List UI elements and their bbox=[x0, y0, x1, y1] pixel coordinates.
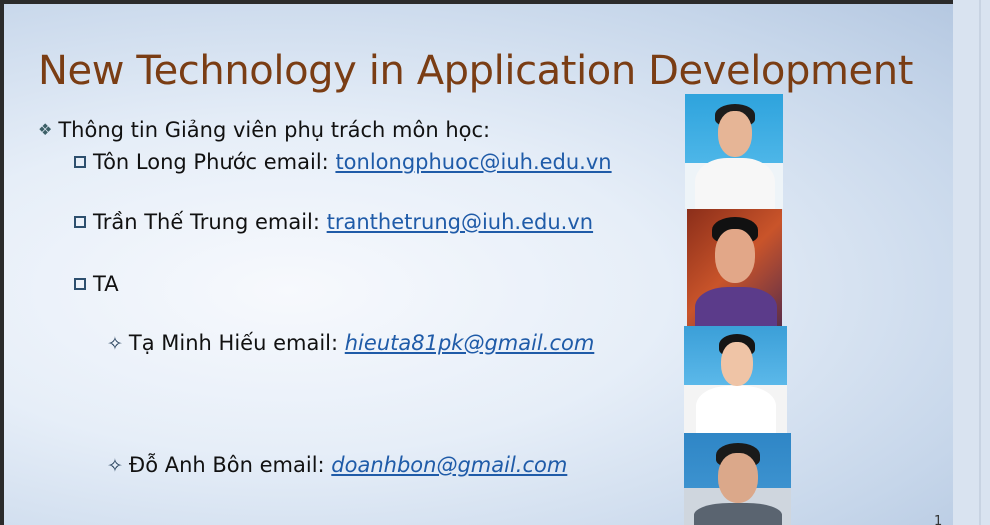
lecturer-2-photo bbox=[687, 209, 782, 326]
lecturer-2-email-link[interactable]: tranthetrung@iuh.edu.vn bbox=[327, 210, 593, 234]
ta-2-label: Đỗ Anh Bôn email: bbox=[128, 453, 325, 477]
ta-heading: TA bbox=[74, 271, 119, 297]
slide: New Technology in Application Developmen… bbox=[4, 4, 953, 525]
lecturer-item-1: Tôn Long Phước email: tonlongphuoc@iuh.e… bbox=[74, 149, 612, 175]
checkbox-bullet-icon bbox=[74, 156, 86, 168]
lecturer-1-label: Tôn Long Phước email: bbox=[93, 150, 329, 174]
ta-label: TA bbox=[93, 272, 119, 296]
ta-item-2: ✧ Đỗ Anh Bôn email: doanhbon@gmail.com bbox=[107, 452, 567, 479]
intro-text: Thông tin Giảng viên phụ trách môn học: bbox=[58, 118, 491, 142]
diamond-bullet-icon: ❖ bbox=[38, 120, 53, 139]
lecturer-2-label: Trần Thế Trung email: bbox=[93, 210, 320, 234]
slide-title: New Technology in Application Developmen… bbox=[38, 48, 914, 94]
four-point-star-bullet-icon: ✧ bbox=[107, 455, 123, 477]
scrollbar-track[interactable] bbox=[979, 0, 981, 525]
lecturer-1-email-link[interactable]: tonlongphuoc@iuh.edu.vn bbox=[335, 150, 611, 174]
page-number: 1 bbox=[934, 514, 943, 525]
ta-1-email-link[interactable]: hieuta81pk@gmail.com bbox=[345, 331, 595, 355]
ta-item-1: ✧ Tạ Minh Hiếu email: hieuta81pk@gmail.co… bbox=[107, 330, 594, 357]
window-edge-panel bbox=[953, 0, 990, 525]
ta-1-photo bbox=[684, 326, 787, 433]
checkbox-bullet-icon bbox=[74, 278, 86, 290]
four-point-star-bullet-icon: ✧ bbox=[107, 333, 123, 355]
ta-1-label: Tạ Minh Hiếu email: bbox=[128, 331, 339, 355]
intro-line: ❖ Thông tin Giảng viên phụ trách môn học: bbox=[38, 117, 490, 143]
lecturer-1-photo bbox=[685, 94, 783, 209]
checkbox-bullet-icon bbox=[74, 216, 86, 228]
ta-2-email-link[interactable]: doanhbon@gmail.com bbox=[331, 453, 567, 477]
lecturer-item-2: Trần Thế Trung email: tranthetrung@iuh.e… bbox=[74, 209, 593, 235]
ta-2-photo bbox=[684, 433, 791, 525]
